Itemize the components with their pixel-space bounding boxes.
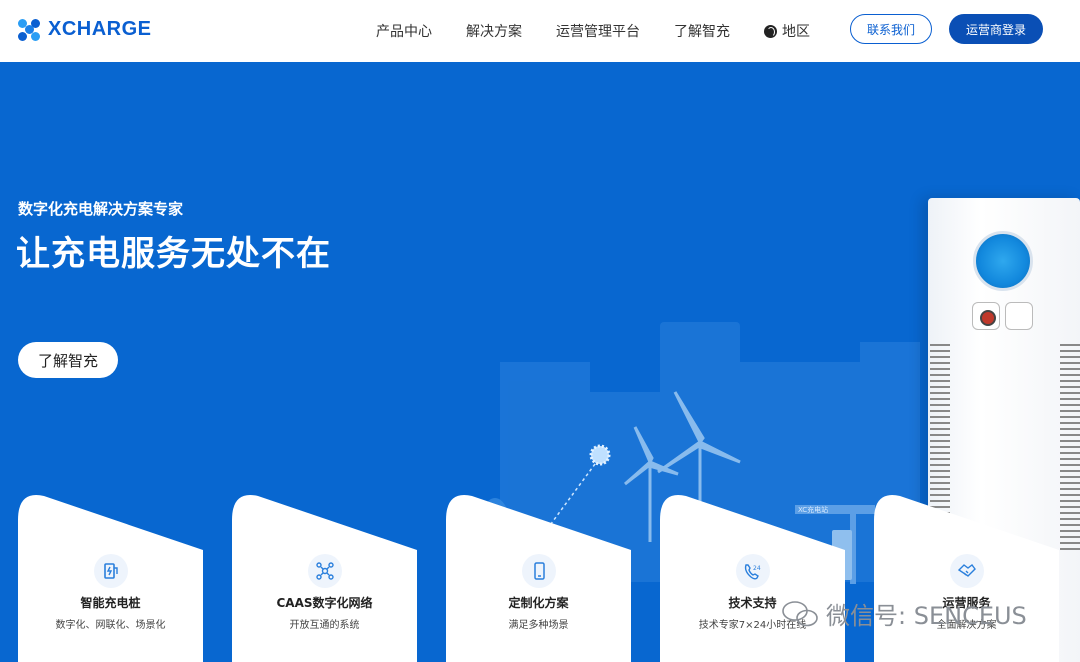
brand-logo[interactable]: XCHARGE — [18, 18, 152, 41]
top-navbar: XCHARGE 产品中心 解决方案 运营管理平台 了解智充 地区 联系我们 运营… — [0, 0, 1080, 62]
watermark-text: 微信号: SENCEUS — [826, 602, 1027, 630]
learn-more-button[interactable]: 了解智充 — [18, 342, 118, 378]
card-reader — [1005, 302, 1033, 330]
logo-x-icon — [18, 18, 40, 41]
contact-button[interactable]: 联系我们 — [850, 14, 932, 44]
card-title: 智能充电桩 — [80, 596, 141, 610]
operator-login-button[interactable]: 运营商登录 — [949, 14, 1043, 44]
feature-card-smart-charger[interactable]: 智能充电桩 数字化、网联化、场景化 — [18, 490, 203, 662]
feature-card-tech-support[interactable]: 24 技术支持 技术专家7×24小时在线 — [660, 490, 845, 662]
hero-subtitle: 数字化充电解决方案专家 — [18, 200, 184, 218]
feature-card-caas-network[interactable]: CAAS数字化网络 开放互通的系统 — [232, 490, 417, 662]
hero-title: 让充电服务无处不在 — [16, 234, 331, 274]
charger-icon — [94, 554, 128, 588]
nav-region[interactable]: 地区 — [764, 21, 810, 41]
vent-grille-right — [1060, 344, 1080, 554]
nav-about[interactable]: 了解智充 — [674, 21, 730, 41]
nav-operation-platform[interactable]: 运营管理平台 — [556, 21, 640, 41]
support-24-icon: 24 — [736, 554, 770, 588]
handshake-icon — [950, 554, 984, 588]
wechat-watermark: 微信号: SENCEUS — [780, 596, 1027, 631]
card-desc: 数字化、网联化、场景化 — [55, 620, 166, 631]
svg-text:24: 24 — [753, 565, 761, 572]
nav-products[interactable]: 产品中心 — [376, 21, 432, 41]
feature-card-custom-solution[interactable]: 定制化方案 满足多种场景 — [446, 490, 631, 662]
network-icon — [308, 554, 342, 588]
card-title: 定制化方案 — [508, 596, 569, 610]
charger-screen — [973, 231, 1033, 291]
card-title: CAAS数字化网络 — [276, 596, 373, 610]
wechat-icon — [782, 600, 818, 626]
main-nav: 产品中心 解决方案 运营管理平台 了解智充 地区 — [376, 0, 844, 62]
brand-name: XCHARGE — [48, 18, 152, 40]
card-desc: 满足多种场景 — [508, 620, 569, 631]
card-desc: 开放互通的系统 — [289, 620, 360, 631]
nav-region-label: 地区 — [782, 24, 810, 40]
nav-solutions[interactable]: 解决方案 — [466, 21, 522, 41]
feature-card-operation-service[interactable]: 运营服务 全面解决方案 — [874, 490, 1059, 662]
emergency-stop-button — [972, 302, 1000, 330]
globe-icon — [764, 24, 777, 38]
phone-icon — [522, 554, 556, 588]
